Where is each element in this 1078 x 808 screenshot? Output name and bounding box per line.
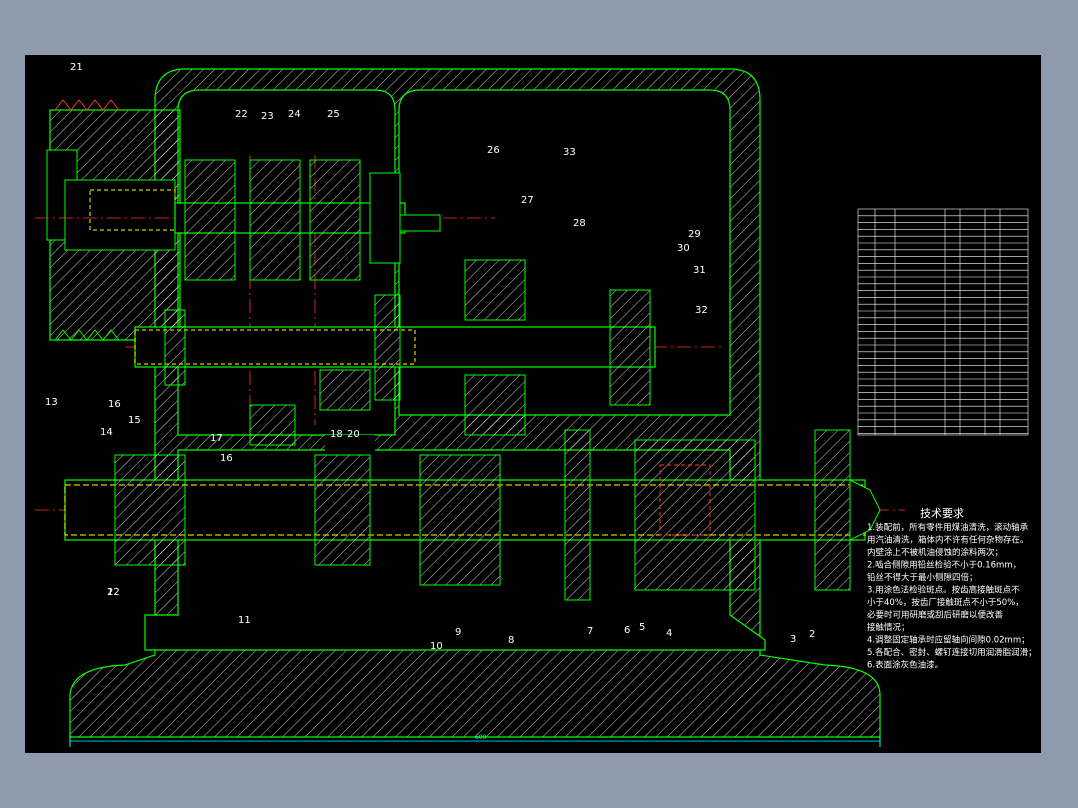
tech-requirement-line: 小于40%，按齿厂接触斑点不小于50%， — [867, 597, 1024, 608]
part-number-label: 14 — [100, 427, 113, 438]
tech-requirement-line: 1.装配前，所有零件用煤油清洗，滚动轴承 — [867, 522, 1029, 533]
part-number-label: 3 — [790, 634, 796, 645]
part-number-label: 24 — [288, 109, 301, 120]
tech-requirement-line: 6.表面涂灰色油漆。 — [867, 660, 943, 671]
part-number-label: 2 — [809, 629, 815, 640]
part-number-label: 33 — [563, 147, 576, 158]
tech-requirement-line: 铅丝不得大于最小侧隙四倍； — [867, 572, 978, 583]
part-number-label: 32 — [695, 305, 708, 316]
part-number-label: 2 — [107, 587, 113, 598]
part-number-label: 30 — [677, 243, 690, 254]
part-number-label: 17 — [210, 433, 223, 444]
part-number-label: 10 — [430, 641, 443, 652]
part-number-label: 15 — [128, 415, 141, 426]
technical-requirements: 技术要求 1.装配前，所有零件用煤油清洗，滚动轴承 用汽油清洗，箱体内不许有任何… — [867, 507, 1037, 671]
part-number-label: 26 — [487, 145, 500, 156]
part-number-label: 18 — [330, 429, 343, 440]
part-number-label: 28 — [573, 218, 586, 229]
parts-list-table — [857, 208, 1029, 436]
part-number-label: 9 — [455, 627, 461, 638]
v-belt-pulley — [46, 99, 181, 341]
part-number-label: 27 — [521, 195, 534, 206]
part-number-label: 6 — [624, 625, 630, 636]
tech-requirement-line: 用汽油清洗，箱体内不许有任何杂物存在。 — [867, 535, 1029, 546]
gearbox-assembly-drawing: 600 技术要求 1.装配前，所有零件用煤油清洗，滚动轴承 用汽油清洗，箱体内不… — [35, 62, 1037, 747]
part-number-label: 29 — [688, 229, 701, 240]
tech-requirement-line: 接触情况； — [867, 622, 910, 633]
tech-requirement-line: 必要时可用研磨或刮后研磨以便改善 — [867, 610, 1004, 621]
tech-requirement-line: 5.各配合、密封、螺钉连接切用润滑脂润滑； — [867, 647, 1037, 658]
part-number-label: 31 — [693, 265, 706, 276]
tech-requirement-line: 4.调整固定轴承时应留轴向间隙0.02mm； — [867, 635, 1030, 646]
part-number-label: 13 — [45, 397, 58, 408]
part-number-label: 4 — [666, 628, 672, 639]
part-number-label: 8 — [508, 635, 514, 646]
part-number-label: 23 — [261, 111, 274, 122]
part-number-label: 7 — [587, 626, 593, 637]
tech-requirement-line: 2.啮合侧隙用铅丝检验不小于0.16mm， — [867, 560, 1021, 571]
part-number-label: 11 — [238, 615, 251, 626]
overall-dimension-value: 600 — [475, 734, 487, 741]
part-number-label: 16 — [108, 399, 121, 410]
part-number-label: 22 — [235, 109, 248, 120]
cad-viewport[interactable]: 600 技术要求 1.装配前，所有零件用煤油清洗，滚动轴承 用汽油清洗，箱体内不… — [25, 55, 1041, 753]
part-number-label: 21 — [70, 62, 83, 73]
part-number-label: 20 — [347, 429, 360, 440]
tech-requirement-line: 3.用涂色法检验斑点。按齿高接触斑点不 — [867, 585, 1020, 596]
tech-requirements-title: 技术要求 — [920, 507, 964, 520]
part-number-label: 5 — [639, 622, 645, 633]
part-number-label: 25 — [327, 109, 340, 120]
part-number-label: 16 — [220, 453, 233, 464]
tech-requirement-line: 内壁涂上不被机油侵蚀的涂料两次； — [867, 547, 1003, 558]
